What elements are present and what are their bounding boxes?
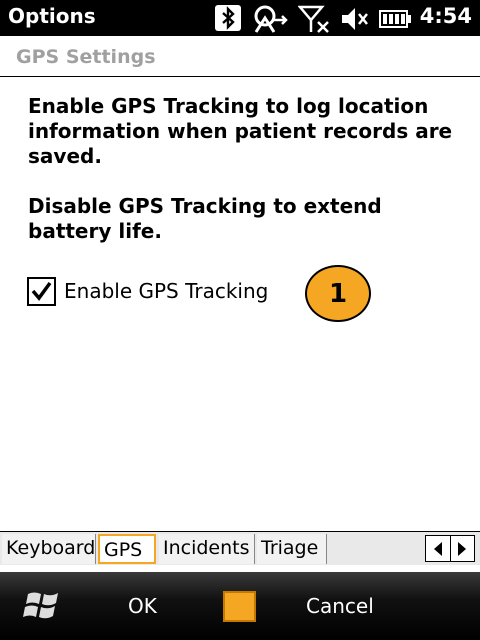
softkey-bar: OK Cancel [0, 572, 480, 640]
page-title: GPS Settings [16, 46, 156, 68]
ok-softkey[interactable]: OK [128, 594, 157, 618]
tab-triage[interactable]: Triage [257, 534, 327, 564]
page-header: GPS Settings [0, 36, 480, 77]
gps-enable-description: Enable GPS Tracking to log location info… [28, 94, 453, 168]
tab-bar: Keyboard GPS Incidents Triage [0, 531, 480, 565]
enable-gps-checkbox-label[interactable]: Enable GPS Tracking [64, 279, 268, 303]
scroll-left-button[interactable] [426, 536, 451, 561]
data-connection-icon[interactable] [252, 4, 290, 34]
tab-incidents[interactable]: Incidents [159, 534, 255, 564]
clock[interactable]: 4:54 [420, 4, 472, 28]
callout-number-badge: 1 [305, 265, 371, 322]
right-arrow-icon [458, 541, 467, 556]
gps-disable-description: Disable GPS Tracking to extend battery l… [28, 194, 382, 243]
checkmark-icon [31, 281, 52, 301]
cancel-softkey[interactable]: Cancel [306, 594, 374, 618]
enable-gps-checkbox-row[interactable]: Enable GPS Tracking [27, 276, 268, 306]
battery-icon[interactable] [378, 9, 412, 29]
speaker-muted-icon[interactable] [340, 4, 370, 34]
windows-logo-icon [23, 592, 58, 619]
tab-scroll-buttons [425, 535, 475, 562]
tab-gps[interactable]: GPS [98, 534, 156, 564]
left-arrow-icon [433, 541, 442, 556]
no-signal-icon[interactable] [298, 4, 332, 34]
title-bar: Options 4:54 [0, 0, 480, 36]
app-title: Options [8, 4, 96, 28]
scroll-right-button[interactable] [451, 536, 475, 561]
content-area: Enable GPS Tracking to log location info… [28, 94, 468, 269]
enable-gps-checkbox[interactable] [27, 276, 56, 306]
bluetooth-icon[interactable] [214, 4, 242, 32]
tab-keyboard[interactable]: Keyboard [2, 534, 96, 564]
menu-softkey-button[interactable] [223, 591, 256, 622]
windows-start-button[interactable] [22, 588, 66, 624]
